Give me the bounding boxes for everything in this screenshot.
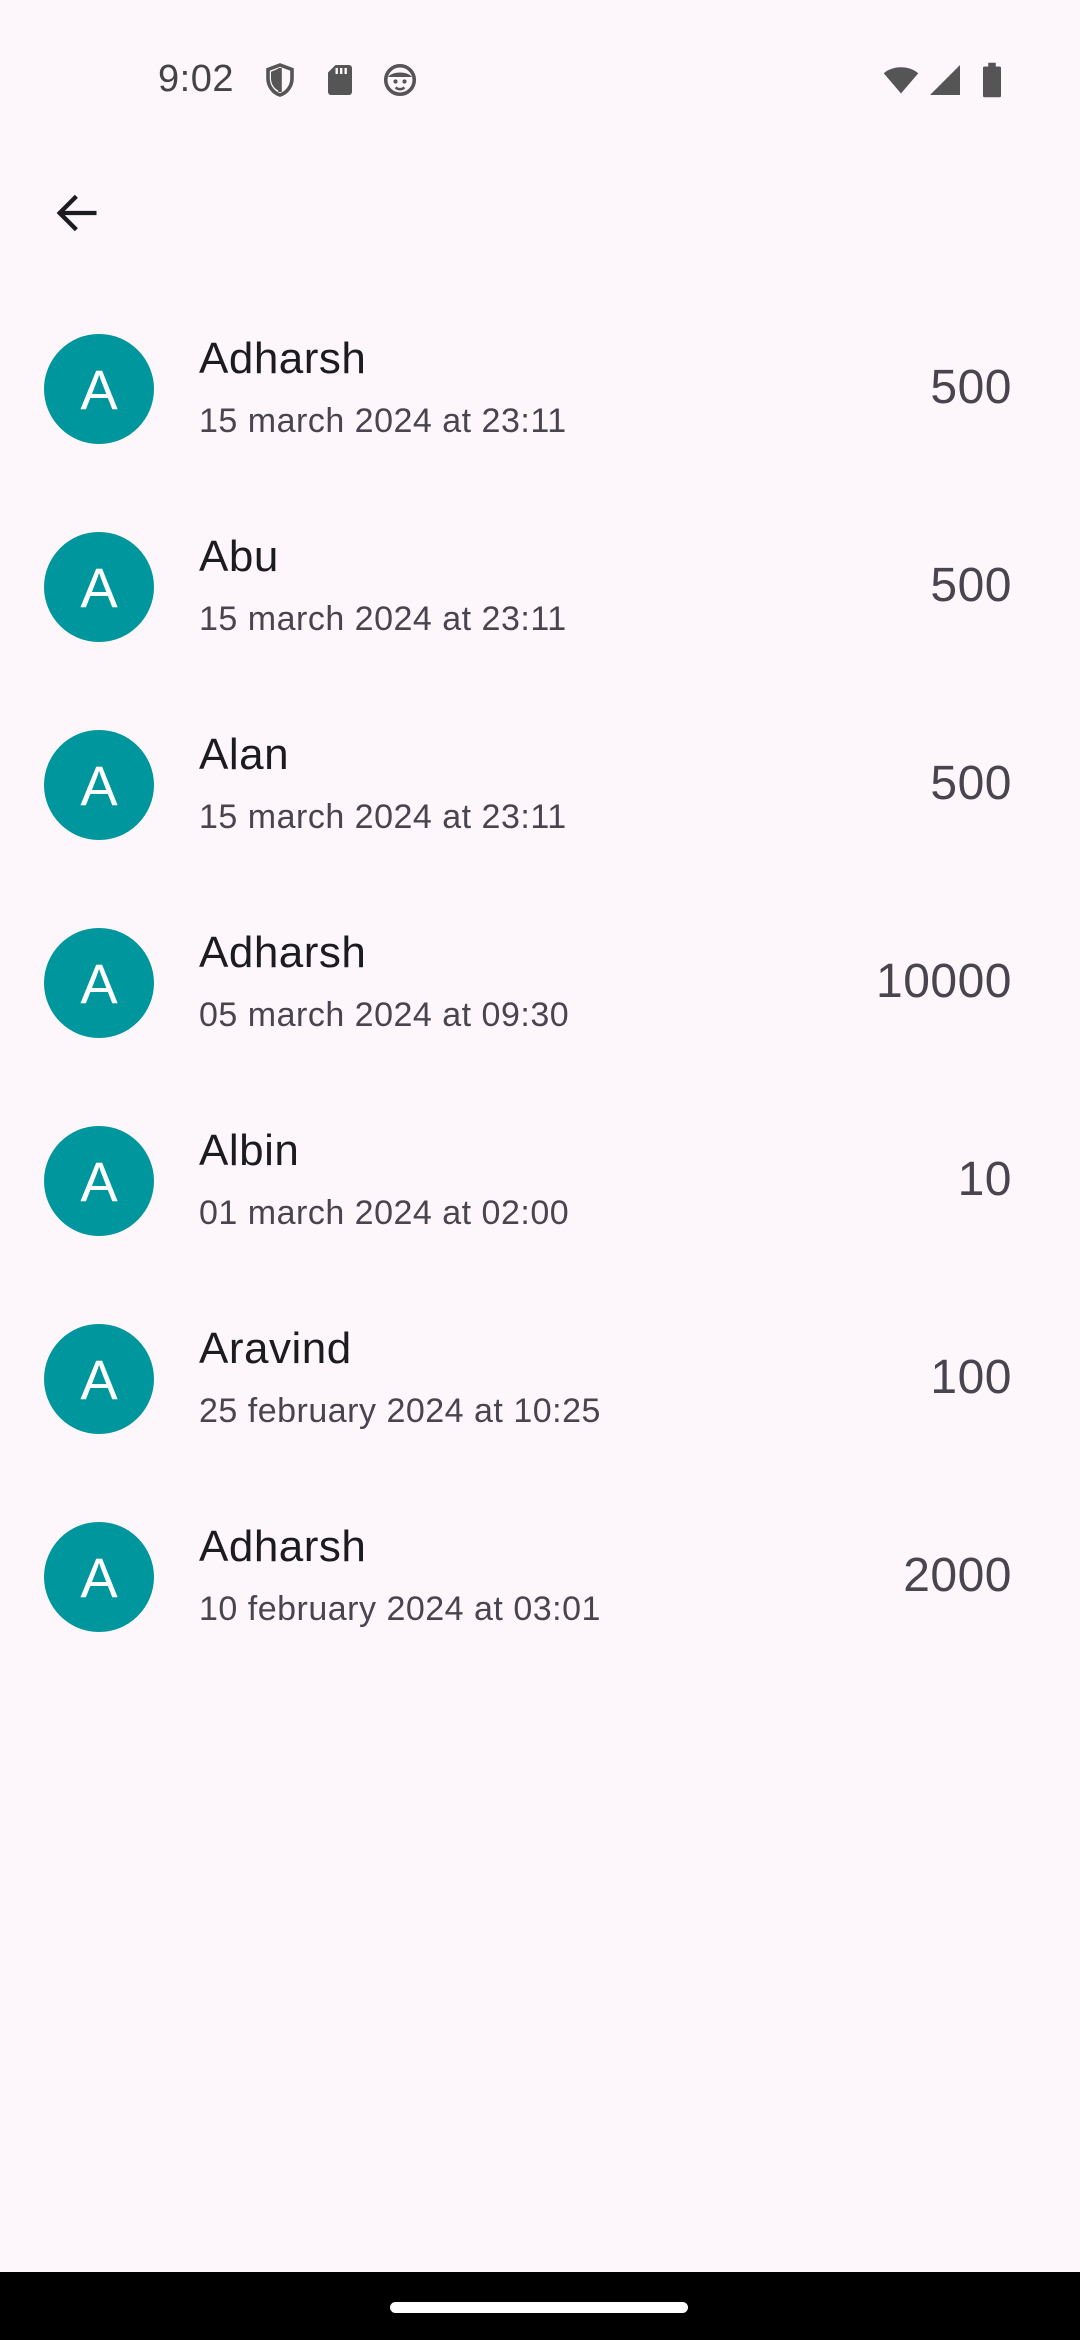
- arrow-back-icon: [56, 194, 97, 232]
- transaction-amount: 10: [957, 1153, 1012, 1206]
- transaction-row[interactable]: A Abu 15 march 2024 at 23:11 500: [0, 488, 1080, 686]
- transaction-date: 25 february 2024 at 10:25: [199, 1392, 601, 1430]
- transaction-row[interactable]: A Adharsh 15 march 2024 at 23:11 500: [0, 290, 1080, 488]
- transaction-list: A Adharsh 15 march 2024 at 23:11 500 A A…: [0, 290, 1080, 1676]
- cellular-signal-icon: [926, 62, 964, 98]
- transaction-row[interactable]: A Aravind 25 february 2024 at 10:25 100: [0, 1280, 1080, 1478]
- transaction-row[interactable]: A Alan 15 march 2024 at 23:11 500: [0, 686, 1080, 884]
- transaction-row[interactable]: A Adharsh 10 february 2024 at 03:01 2000: [0, 1478, 1080, 1676]
- avatar: A: [44, 1522, 154, 1632]
- transaction-name: Abu: [199, 532, 279, 581]
- transaction-name: Aravind: [199, 1324, 352, 1373]
- transaction-name: Adharsh: [199, 1522, 367, 1571]
- avatar: A: [44, 532, 154, 642]
- transaction-amount: 500: [930, 757, 1012, 810]
- avatar: A: [44, 334, 154, 444]
- transaction-date: 05 march 2024 at 09:30: [199, 996, 570, 1034]
- sd-card-icon: [322, 62, 358, 98]
- battery-icon: [978, 62, 1006, 98]
- transaction-row[interactable]: A Albin 01 march 2024 at 02:00 10: [0, 1082, 1080, 1280]
- home-indicator[interactable]: [390, 2302, 688, 2313]
- avatar: A: [44, 730, 154, 840]
- avatar: A: [44, 1126, 154, 1236]
- transaction-amount: 100: [930, 1351, 1012, 1404]
- transaction-date: 15 march 2024 at 23:11: [199, 798, 567, 836]
- transaction-date: 01 march 2024 at 02:00: [199, 1194, 570, 1232]
- transaction-name: Albin: [199, 1126, 300, 1175]
- shield-icon: [262, 62, 298, 98]
- transaction-name: Adharsh: [199, 334, 367, 383]
- transaction-name: Alan: [199, 730, 290, 779]
- transaction-amount: 2000: [903, 1549, 1012, 1602]
- back-button[interactable]: [44, 180, 110, 246]
- wifi-icon: [880, 62, 922, 98]
- face-icon: [382, 62, 418, 98]
- transaction-amount: 10000: [876, 955, 1012, 1008]
- transaction-date: 15 march 2024 at 23:11: [199, 402, 567, 440]
- avatar: A: [44, 928, 154, 1038]
- transaction-date: 15 march 2024 at 23:11: [199, 600, 567, 638]
- status-bar: 9:02: [0, 0, 1080, 165]
- transaction-amount: 500: [930, 361, 1012, 414]
- avatar: A: [44, 1324, 154, 1434]
- transaction-name: Adharsh: [199, 928, 367, 977]
- transaction-amount: 500: [930, 559, 1012, 612]
- status-time: 9:02: [158, 58, 234, 100]
- transaction-row[interactable]: A Adharsh 05 march 2024 at 09:30 10000: [0, 884, 1080, 1082]
- transaction-date: 10 february 2024 at 03:01: [199, 1590, 601, 1628]
